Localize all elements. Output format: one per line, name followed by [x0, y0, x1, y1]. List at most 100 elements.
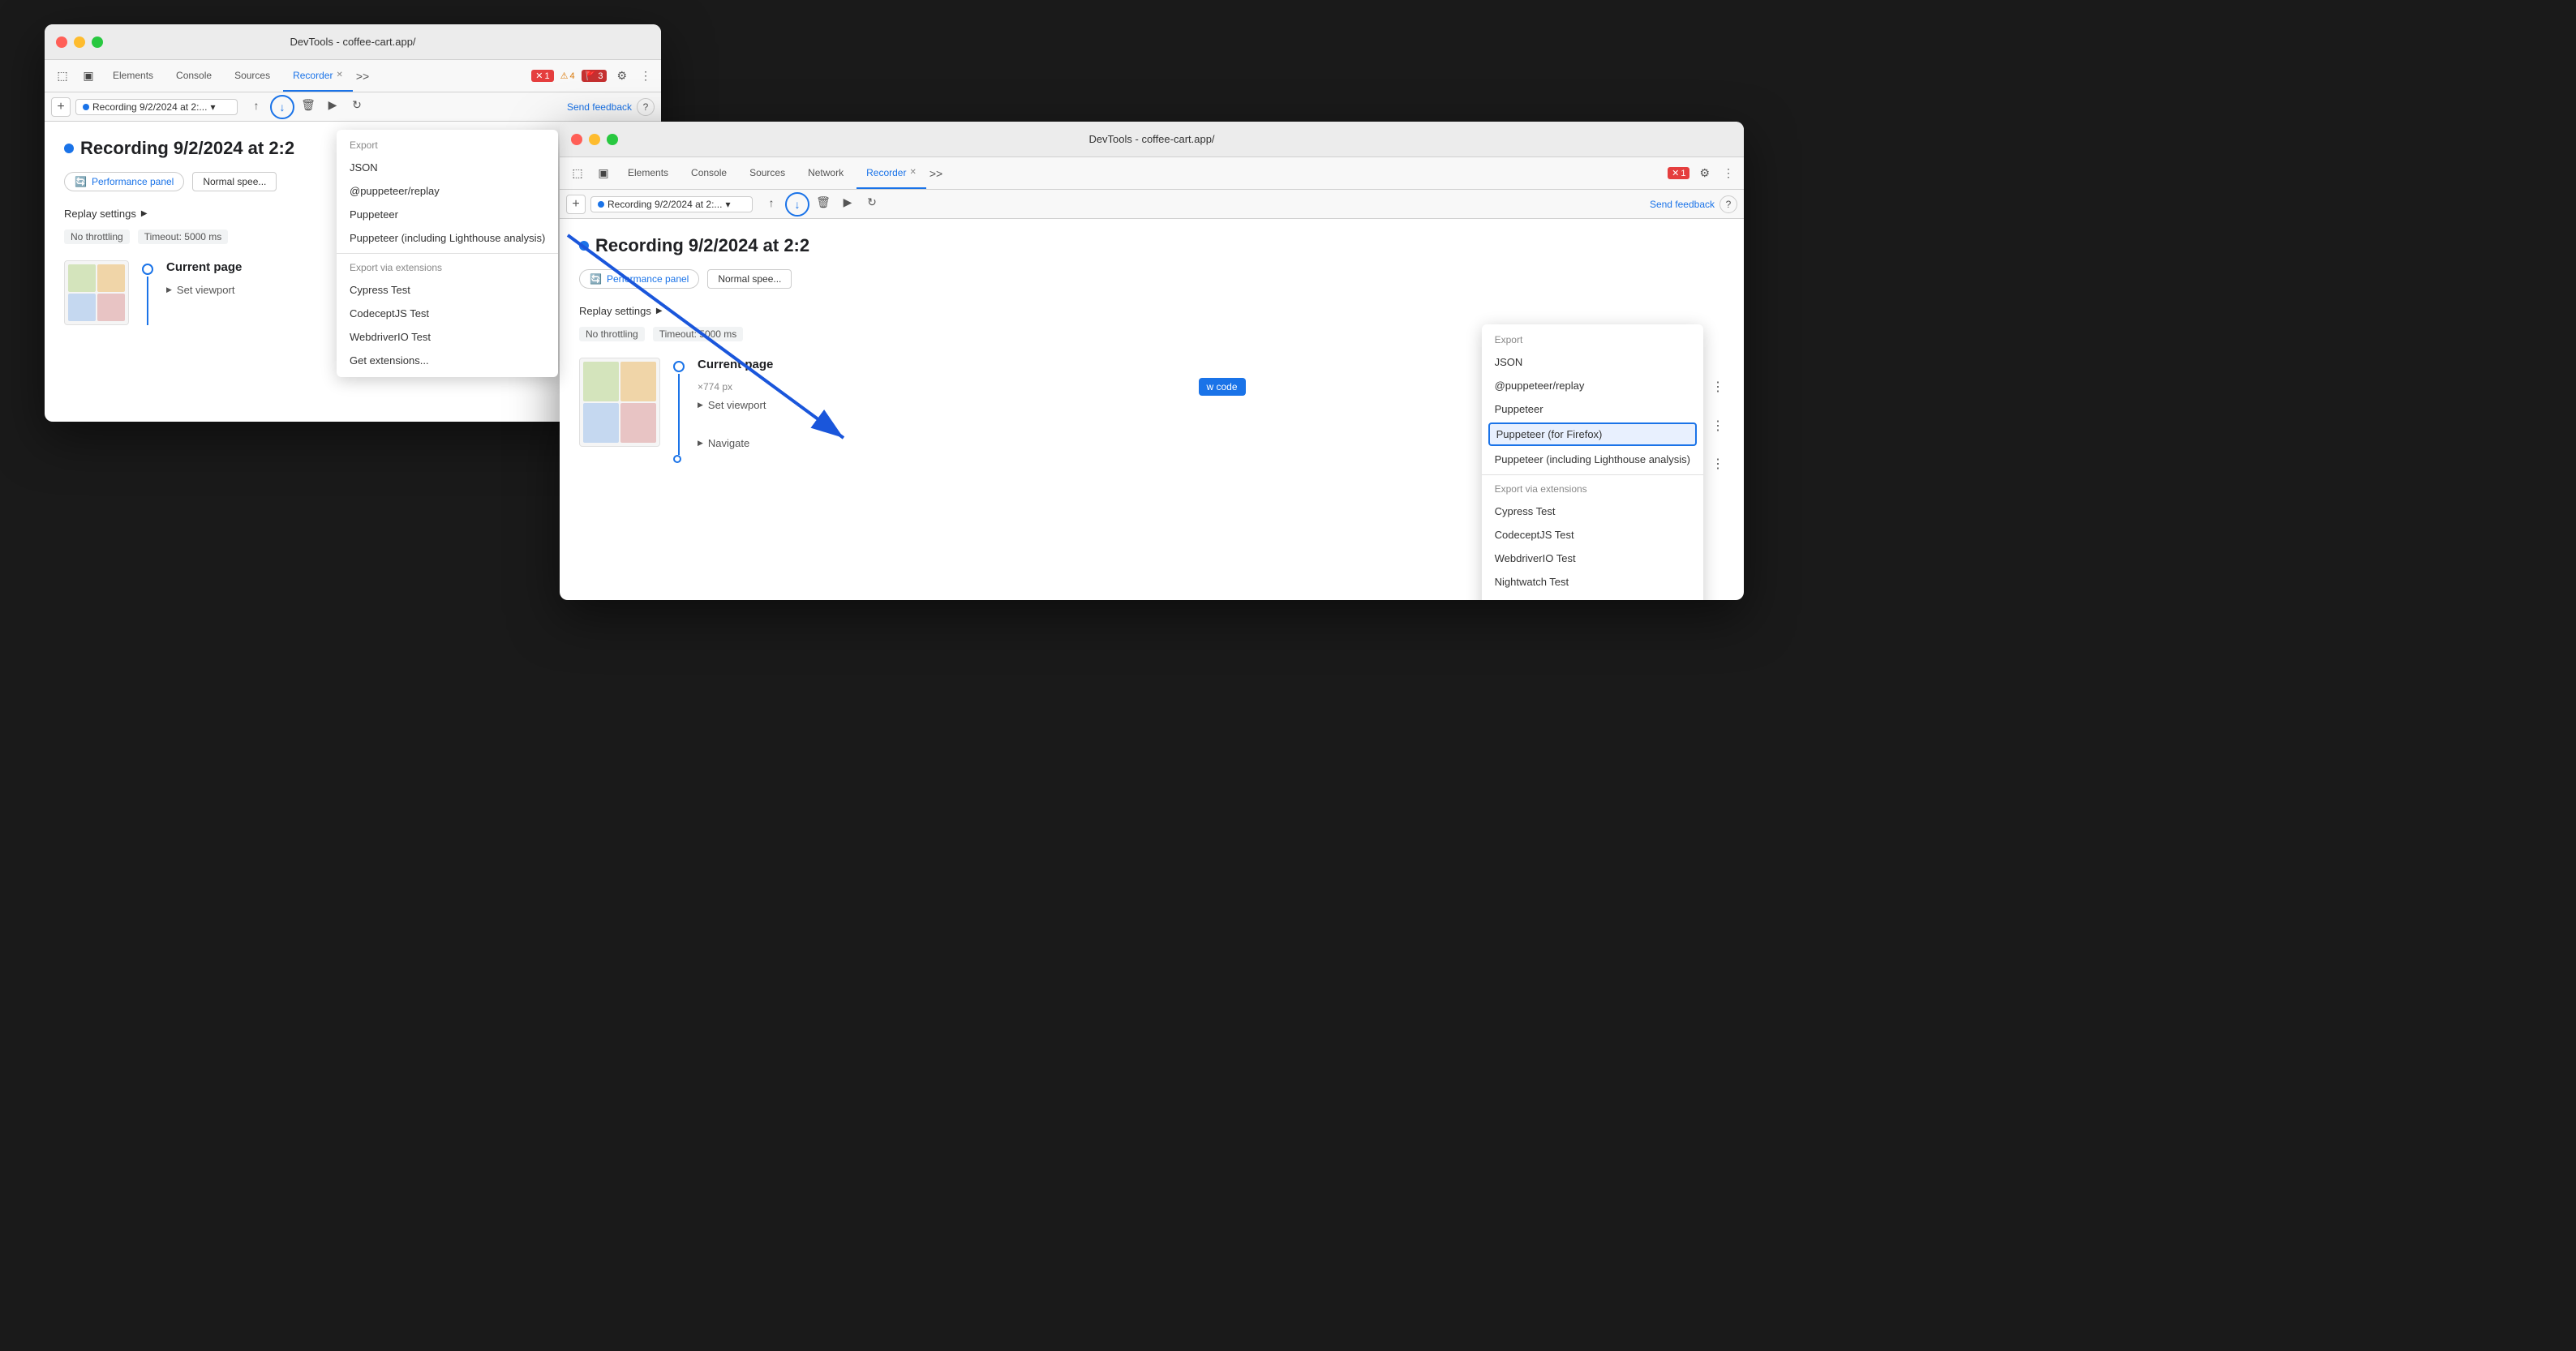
tab-close-recorder-1[interactable]: ✕: [336, 71, 342, 79]
export-header-1: Export: [337, 135, 558, 156]
export-puppeteer-2[interactable]: Puppeteer: [1482, 397, 1703, 421]
thumb-cell-2-1: [583, 362, 619, 401]
export-puppeteer-replay-2[interactable]: @puppeteer/replay: [1482, 374, 1703, 397]
tabs-toolbar-2: ⬚ ▣ Elements Console Sources Network Rec…: [560, 157, 1744, 190]
throttling-tag-2: No throttling: [579, 327, 645, 341]
step-timeline-1: [142, 260, 153, 325]
minimize-button-1[interactable]: [74, 36, 85, 48]
refresh-btn-1[interactable]: ↻: [346, 95, 367, 116]
thumb-cell-2-2: [620, 362, 656, 401]
download-btn-2[interactable]: ↓: [785, 192, 809, 217]
tab-console-2[interactable]: Console: [681, 157, 736, 189]
send-feedback-2[interactable]: Send feedback: [1650, 199, 1715, 210]
traffic-lights-1: [56, 36, 103, 48]
thumb-cell-1: [68, 264, 96, 292]
secondary-toolbar-1: + Recording 9/2/2024 at 2:... ▾ ↑ ↓ 🗑 ▶ …: [45, 92, 661, 122]
inspect-icon-2[interactable]: ⬚: [566, 162, 589, 185]
timeout-tag-2: Timeout: 5000 ms: [653, 327, 744, 341]
export-cypress-2[interactable]: Cypress Test: [1482, 500, 1703, 523]
inspect-icon[interactable]: ⬚: [51, 65, 74, 88]
help-btn-1[interactable]: ?: [637, 98, 655, 116]
export-up-icon-2[interactable]: ↑: [761, 192, 782, 213]
recording-selector-1[interactable]: Recording 9/2/2024 at 2:... ▾: [75, 99, 238, 115]
export-header-2: Export: [1482, 329, 1703, 350]
normal-speed-btn-1[interactable]: Normal spee...: [192, 172, 277, 191]
action-btns-1: ↑ ↓ 🗑 ▶ ↻: [246, 95, 367, 119]
export-json-2[interactable]: JSON: [1482, 350, 1703, 374]
export-webdriverio-2[interactable]: WebdriverIO Test: [1482, 547, 1703, 570]
close-button-1[interactable]: [56, 36, 67, 48]
tab-console-1[interactable]: Console: [166, 60, 221, 92]
more-tabs-1[interactable]: >>: [356, 70, 369, 83]
step-thumbnail-2: [579, 358, 660, 447]
perf-icon-2: 🔄: [590, 273, 602, 285]
export-puppeteer-replay-1[interactable]: @puppeteer/replay: [337, 179, 558, 203]
maximize-button-1[interactable]: [92, 36, 103, 48]
export-puppeteer-lighthouse-2[interactable]: Puppeteer (including Lighthouse analysis…: [1482, 448, 1703, 471]
export-puppeteer-lighthouse-1[interactable]: Puppeteer (including Lighthouse analysis…: [337, 226, 558, 250]
refresh-btn-2[interactable]: ↻: [861, 192, 882, 213]
new-recording-btn-2[interactable]: +: [566, 195, 586, 214]
vertical-dots-1[interactable]: ⋮: [1711, 379, 1724, 395]
recording-selector-2[interactable]: Recording 9/2/2024 at 2:... ▾: [590, 196, 753, 212]
tab-sources-2[interactable]: Sources: [740, 157, 795, 189]
play-btn-2[interactable]: ▶: [837, 192, 858, 213]
recording-actions-2: 🔄 Performance panel Normal spee...: [579, 269, 1724, 289]
tabs-toolbar-1: ⬚ ▣ Elements Console Sources Recorder ✕ …: [45, 60, 661, 92]
badges-2: ✕1 ⚙ ⋮: [1668, 163, 1737, 183]
vertical-dots-2[interactable]: ⋮: [1711, 418, 1724, 434]
sub-step-triangle-nav-2: ▶: [698, 439, 703, 448]
perf-panel-btn-2[interactable]: 🔄 Performance panel: [579, 269, 699, 289]
devtools-window-2: DevTools - coffee-cart.app/ ⬚ ▣ Elements…: [560, 122, 1744, 600]
perf-panel-btn-1[interactable]: 🔄 Performance panel: [64, 172, 184, 191]
step-timeline-2: [673, 358, 685, 463]
close-button-2[interactable]: [571, 134, 582, 145]
tab-close-recorder-2[interactable]: ✕: [909, 168, 916, 177]
titlebar-2: DevTools - coffee-cart.app/: [560, 122, 1744, 157]
tab-elements-2[interactable]: Elements: [618, 157, 678, 189]
titlebar-1: DevTools - coffee-cart.app/: [45, 24, 661, 60]
delete-btn-1[interactable]: 🗑: [298, 95, 319, 116]
size-label-2: ×774 px: [698, 381, 732, 392]
download-btn-1[interactable]: ↓: [270, 95, 294, 119]
tab-elements-1[interactable]: Elements: [103, 60, 163, 92]
menu-icon-1[interactable]: ⋮: [637, 66, 655, 86]
play-btn-1[interactable]: ▶: [322, 95, 343, 116]
vertical-dots-3[interactable]: ⋮: [1711, 456, 1724, 472]
minimize-button-2[interactable]: [589, 134, 600, 145]
menu-icon-2[interactable]: ⋮: [1719, 163, 1737, 183]
export-puppeteer-1[interactable]: Puppeteer: [337, 203, 558, 226]
replay-settings-triangle-1: ▶: [141, 209, 148, 218]
export-nightwatch-2[interactable]: Nightwatch Test: [1482, 570, 1703, 594]
tab-recorder-2[interactable]: Recorder ✕: [857, 157, 926, 189]
export-json-1[interactable]: JSON: [337, 156, 558, 179]
tab-network-2[interactable]: Network: [798, 157, 853, 189]
export-puppeteer-firefox-2[interactable]: Puppeteer (for Firefox): [1488, 422, 1697, 446]
new-recording-btn-1[interactable]: +: [51, 97, 71, 117]
maximize-button-2[interactable]: [607, 134, 618, 145]
tab-recorder-1[interactable]: Recorder ✕: [283, 60, 353, 92]
view-code-btn-2[interactable]: w code: [1199, 378, 1246, 396]
device-icon[interactable]: ▣: [77, 65, 100, 88]
help-btn-2[interactable]: ?: [1719, 195, 1737, 213]
tab-sources-1[interactable]: Sources: [225, 60, 280, 92]
export-codeceptjs-2[interactable]: CodeceptJS Test: [1482, 523, 1703, 547]
thumb-cell-2-4: [620, 403, 656, 443]
normal-speed-btn-2[interactable]: Normal spee...: [707, 269, 792, 289]
export-codeceptjs-1[interactable]: CodeceptJS Test: [337, 302, 558, 325]
export-up-icon-1[interactable]: ↑: [246, 95, 267, 116]
settings-icon-1[interactable]: ⚙: [613, 66, 630, 86]
more-tabs-2[interactable]: >>: [930, 167, 942, 180]
timeline-line-2: [678, 374, 680, 455]
send-feedback-1[interactable]: Send feedback: [567, 101, 632, 113]
export-via-ext-header-2: Export via extensions: [1482, 478, 1703, 500]
device-icon-2[interactable]: ▣: [592, 162, 615, 185]
settings-icon-2[interactable]: ⚙: [1696, 163, 1713, 183]
secondary-toolbar-2: + Recording 9/2/2024 at 2:... ▾ ↑ ↓ 🗑 ▶ …: [560, 190, 1744, 219]
export-cypress-1[interactable]: Cypress Test: [337, 278, 558, 302]
export-testing-library-2[interactable]: Testing Library: [1482, 594, 1703, 600]
title-dot-2: [579, 241, 589, 251]
export-get-extensions-1[interactable]: Get extensions...: [337, 349, 558, 372]
export-webdriverio-1[interactable]: WebdriverIO Test: [337, 325, 558, 349]
delete-btn-2[interactable]: 🗑: [813, 192, 834, 213]
